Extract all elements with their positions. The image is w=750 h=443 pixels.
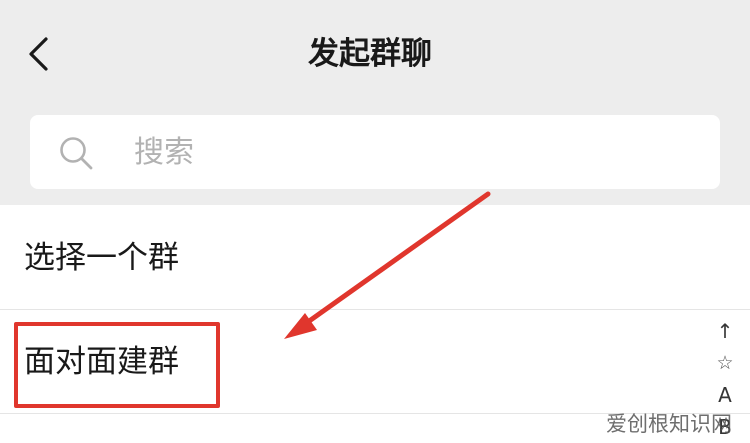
top-header: 发起群聊 [0, 0, 750, 205]
index-entry-star[interactable]: ☆ [716, 347, 733, 379]
list-item-label: 选择一个群 [24, 240, 179, 276]
watermark: 爱创根知识网 [606, 412, 732, 436]
index-entry-top[interactable]: ↑ [717, 315, 734, 347]
search-icon [60, 137, 93, 170]
index-entry-a[interactable]: A [718, 379, 732, 411]
search-bar[interactable] [30, 115, 720, 189]
search-input[interactable] [134, 127, 694, 177]
annotation-highlight-box [14, 322, 220, 408]
page-title: 发起群聊 [308, 36, 432, 72]
list-item-select-group[interactable]: 选择一个群 [0, 206, 750, 309]
